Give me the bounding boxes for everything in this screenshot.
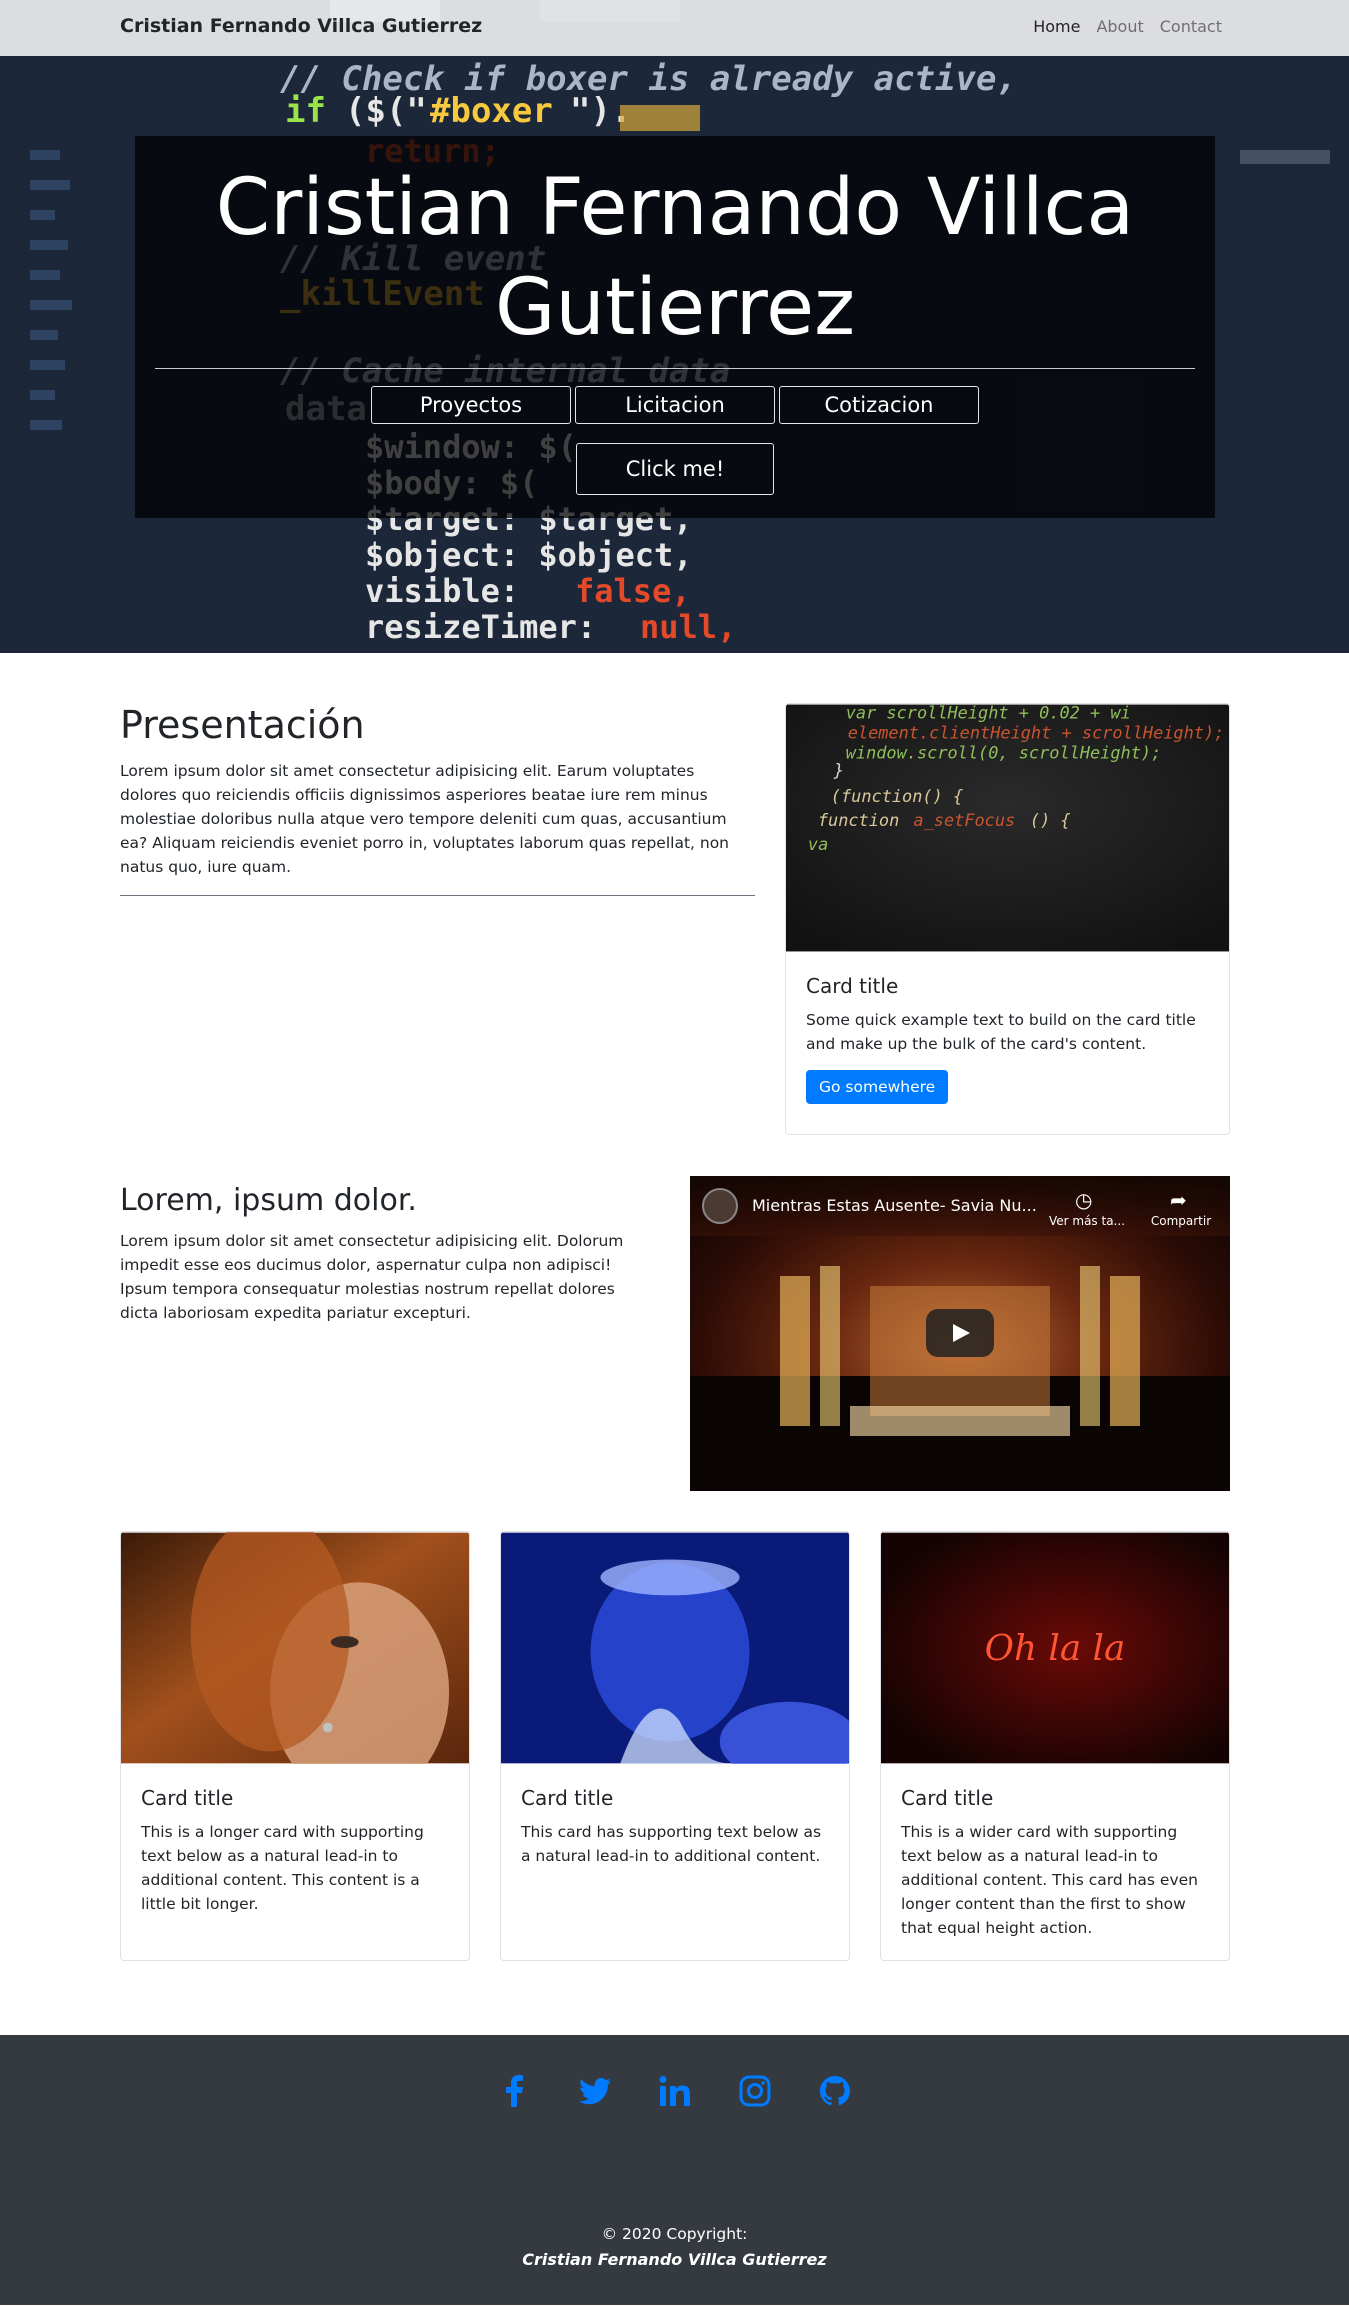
lorem-text: Lorem ipsum dolor sit amet consectetur a… xyxy=(120,1232,624,1322)
svg-text:if: if xyxy=(285,91,326,131)
presentacion-divider xyxy=(120,895,755,896)
nav-links: Home About Contact xyxy=(1033,17,1222,36)
svg-text:function: function xyxy=(818,810,899,830)
hero-button-group: Proyectos Licitacion Cotizacion xyxy=(135,386,1215,424)
svg-text:va: va xyxy=(808,834,828,854)
footer: © 2020 Copyright: Cristian Fernando Vill… xyxy=(0,2035,1349,2305)
svg-text:false,: false, xyxy=(575,572,691,610)
github-icon[interactable] xyxy=(819,2075,851,2107)
nav-link-contact[interactable]: Contact xyxy=(1160,17,1222,36)
svg-text:}: } xyxy=(833,760,844,780)
svg-text:window.scroll(0, scrollHeight): window.scroll(0, scrollHeight); xyxy=(846,742,1162,762)
facebook-icon[interactable] xyxy=(499,2075,531,2107)
card-main-text: Some quick example text to build on the … xyxy=(806,1011,1196,1053)
youtube-video-embed[interactable]: Mientras Estas Ausente- Savia Nu... ◷ Ve… xyxy=(690,1176,1230,1491)
svg-text:null,: null, xyxy=(640,608,736,646)
neon-text: Oh la la xyxy=(985,1628,1126,1669)
click-me-button[interactable]: Click me! xyxy=(576,443,774,495)
card-1-body: Card title This is a longer card with su… xyxy=(121,1768,469,1934)
presentacion-title: Presentación xyxy=(120,703,365,747)
video-title[interactable]: Mientras Estas Ausente- Savia Nu... xyxy=(752,1196,1037,1215)
hero-section: // Check if boxer is already active, if … xyxy=(0,0,1349,653)
card-3-text: This is a wider card with supporting tex… xyxy=(901,1823,1198,1937)
card-1-text: This is a longer card with supporting te… xyxy=(141,1823,424,1913)
twitter-icon[interactable] xyxy=(578,2075,611,2107)
presentacion-text: Lorem ipsum dolor sit amet consectetur a… xyxy=(120,762,730,876)
card-2-text: This card has supporting text below as a… xyxy=(521,1823,822,1865)
navbar: Cristian Fernando Villca Gutierrez Home … xyxy=(0,0,1349,56)
card-2: Card title This card has supporting text… xyxy=(500,1531,850,1961)
card-1-title: Card title xyxy=(141,1786,234,1810)
play-button-icon[interactable] xyxy=(926,1309,994,1357)
svg-text:(function() {: (function() { xyxy=(831,786,963,806)
card-deck-section: Card title This is a longer card with su… xyxy=(0,1531,1349,2035)
card-1-image xyxy=(121,1532,469,1802)
card-main-image: var scrollHeight + 0.02 + wi element.cli… xyxy=(786,704,1229,952)
channel-avatar[interactable] xyxy=(702,1188,738,1224)
svg-text:visible:: visible: xyxy=(365,572,519,610)
card-main-title: Card title xyxy=(806,974,899,998)
card-2-title: Card title xyxy=(521,1786,614,1810)
svg-text:($(": ($(" xyxy=(345,91,427,131)
proyectos-button[interactable]: Proyectos xyxy=(371,386,571,424)
go-somewhere-button[interactable]: Go somewhere xyxy=(806,1070,949,1104)
nav-link-about[interactable]: About xyxy=(1096,17,1143,36)
svg-text:$object: $object,: $object: $object, xyxy=(365,536,693,574)
svg-text:var scrollHeight + 0.02 + wi: var scrollHeight + 0.02 + wi xyxy=(846,704,1131,722)
card-1: Card title This is a longer card with su… xyxy=(120,1531,470,1961)
licitacion-button[interactable]: Licitacion xyxy=(575,386,775,424)
clock-icon[interactable]: ◷ xyxy=(1075,1188,1092,1212)
navbar-brand[interactable]: Cristian Fernando Villca Gutierrez xyxy=(120,15,482,37)
hero-divider xyxy=(155,368,1195,369)
card-2-image xyxy=(501,1532,849,1782)
watch-later-label[interactable]: Ver más ta... xyxy=(1042,1214,1132,1228)
presentacion-section: Presentación Lorem ipsum dolor sit amet … xyxy=(0,653,1349,1143)
cotizacion-button[interactable]: Cotizacion xyxy=(779,386,979,424)
card-main-body: Card title Some quick example text to bu… xyxy=(786,956,1229,1122)
social-links xyxy=(0,2075,1349,2107)
copyright-name[interactable]: Cristian Fernando Villca Gutierrez xyxy=(0,2250,1349,2269)
svg-text:a_setFocus: a_setFocus xyxy=(913,810,1015,830)
share-icon[interactable]: ➦ xyxy=(1170,1188,1187,1212)
card-3-title: Card title xyxy=(901,1786,994,1810)
share-label[interactable]: Compartir xyxy=(1138,1214,1224,1228)
lorem-section: Lorem, ipsum dolor. Lorem ipsum dolor si… xyxy=(0,1143,1349,1531)
linkedin-icon[interactable] xyxy=(659,2075,691,2107)
card-3-image: Oh la la xyxy=(881,1532,1229,1764)
hero-title: Cristian Fernando Villca Gutierrez xyxy=(215,163,1135,353)
copyright-text: © 2020 Copyright: xyxy=(601,2225,748,2243)
card-3: Oh la la Card title This is a wider card… xyxy=(880,1531,1230,1961)
svg-text:element.clientHeight + scrollH: element.clientHeight + scrollHeight); xyxy=(848,722,1225,742)
instagram-icon[interactable] xyxy=(739,2075,771,2107)
card-2-body: Card title This card has supporting text… xyxy=(501,1768,849,1886)
lorem-title: Lorem, ipsum dolor. xyxy=(120,1183,417,1218)
nav-link-home[interactable]: Home xyxy=(1033,17,1080,36)
hero-overlay-box: Cristian Fernando Villca Gutierrez Proye… xyxy=(135,136,1215,518)
svg-text:() {: () { xyxy=(1030,810,1071,830)
svg-text:resizeTimer:: resizeTimer: xyxy=(365,608,596,646)
card-3-body: Card title This is a wider card with sup… xyxy=(881,1768,1229,1958)
svg-text:#boxer: #boxer xyxy=(430,91,553,131)
card-main: var scrollHeight + 0.02 + wi element.cli… xyxy=(785,703,1230,1135)
